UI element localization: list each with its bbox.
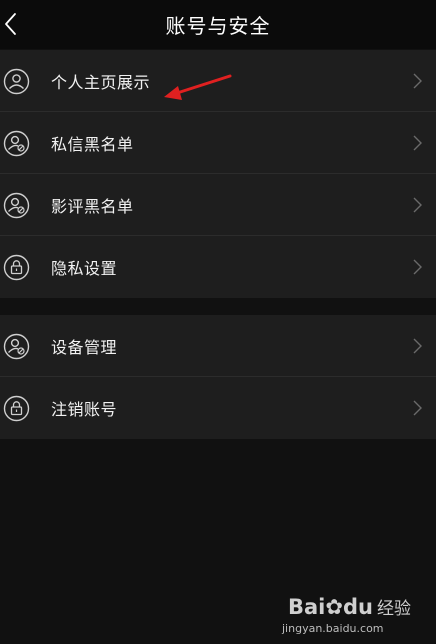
watermark-url: jingyan.baidu.com [282, 622, 384, 635]
menu-item-label: 隐私设置 [51, 259, 118, 278]
watermark: Bai✿du 经验 jingyan.baidu.com [276, 594, 426, 638]
annotation-arrow [164, 74, 232, 100]
user-blocked-icon [3, 130, 30, 157]
menu-item-device-management[interactable]: 设备管理 [0, 315, 436, 377]
page-title: 账号与安全 [165, 14, 271, 38]
menu-item-review-blacklist[interactable]: 影评黑名单 [0, 174, 436, 236]
watermark-logo-bai: Bai [288, 595, 326, 619]
chevron-right-icon [413, 338, 422, 354]
chevron-right-icon [413, 197, 422, 213]
menu-item-delete-account[interactable]: 注销账号 [0, 377, 436, 439]
user-circle-icon [3, 68, 30, 95]
paw-icon: ✿ [325, 595, 343, 619]
user-blocked-icon [3, 333, 30, 360]
chevron-right-icon [413, 73, 422, 89]
menu-item-privacy-settings[interactable]: 隐私设置 [0, 236, 436, 298]
chevron-right-icon [413, 400, 422, 416]
watermark-logo-du: du [343, 595, 373, 619]
menu-item-label: 个人主页展示 [51, 73, 151, 92]
chevron-right-icon [413, 259, 422, 275]
menu-item-label: 设备管理 [51, 338, 118, 357]
menu-item-label: 影评黑名单 [51, 197, 134, 216]
lock-icon [3, 395, 30, 422]
watermark-logo: Bai✿du 经验 [288, 594, 411, 619]
menu-item-message-blacklist[interactable]: 私信黑名单 [0, 112, 436, 174]
menu-item-label: 注销账号 [51, 400, 118, 419]
watermark-logo-text: 经验 [376, 599, 411, 619]
top-bar: 账号与安全 [0, 0, 436, 49]
chevron-right-icon [413, 135, 422, 151]
lock-icon [3, 254, 30, 281]
menu-item-label: 私信黑名单 [51, 135, 134, 154]
user-blocked-icon [3, 192, 30, 219]
settings-group-account: 设备管理 注销账号 [0, 315, 436, 439]
